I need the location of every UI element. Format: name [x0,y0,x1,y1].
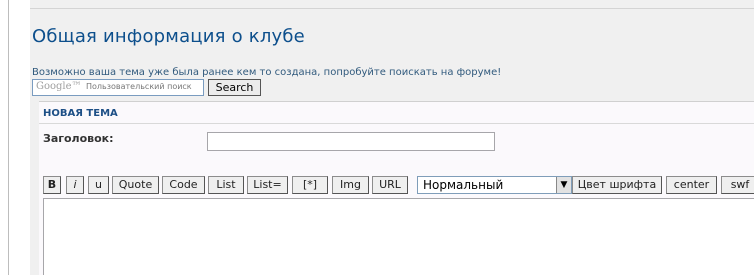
subject-input[interactable] [207,132,495,151]
image-button[interactable]: Img [332,176,369,194]
main-content: Общая информация о клубе Возможно ваша т… [30,0,754,275]
search-placeholder: Пользовательский поиск [86,82,192,91]
google-logo-icon: Google™ [36,81,82,92]
font-size-select[interactable]: Нормальный ▼ [417,176,572,194]
new-topic-panel: НОВАЯ ТЕМА Заголовок: B i u Quote Code L… [39,101,754,275]
code-button[interactable]: Code [162,176,205,194]
url-button[interactable]: URL [372,176,408,194]
italic-button[interactable]: i [66,176,84,194]
panel-title: НОВАЯ ТЕМА [43,108,118,119]
quote-button[interactable]: Quote [112,176,159,194]
search-button[interactable]: Search [208,79,261,96]
bold-button[interactable]: B [43,176,61,194]
underline-button[interactable]: u [88,176,109,194]
search-input[interactable]: Google™ Пользовательский поиск [32,79,204,96]
page-title: Общая информация о клубе [32,26,305,47]
subject-label: Заголовок: [43,132,114,145]
left-page-edge [0,0,9,275]
search-hint: Возможно ваша тема уже была ранее кем то… [32,67,502,78]
center-button[interactable]: center [666,176,717,194]
top-bar [30,0,754,9]
list-button[interactable]: List [208,176,244,194]
message-editor[interactable] [43,198,754,275]
panel-divider [39,123,754,124]
swf-button[interactable]: swf [721,176,754,194]
font-size-value: Нормальный [423,178,504,192]
ordered-list-button[interactable]: List= [247,176,288,194]
list-item-button[interactable]: [*] [292,176,328,194]
formatting-toolbar: B i u Quote Code List List= [*] Img URL … [43,176,754,194]
font-color-button[interactable]: Цвет шрифта [572,176,662,194]
chevron-down-icon[interactable]: ▼ [556,177,571,193]
